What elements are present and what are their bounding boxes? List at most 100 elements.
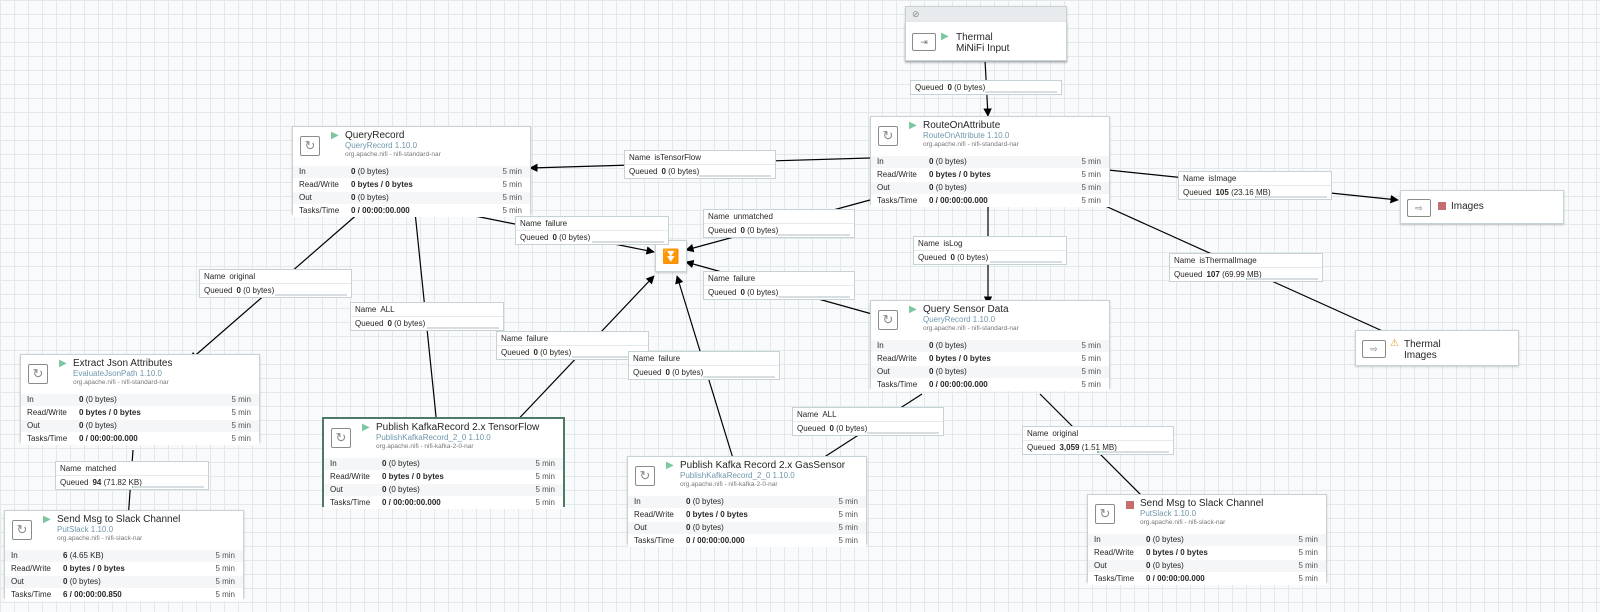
processor-icon: ↻	[1095, 504, 1115, 524]
connection-input-route[interactable]: Queued 0 (0 bytes)	[910, 80, 1062, 95]
processor-query-sensor-data[interactable]: ↻ ▶ Query Sensor Data QueryRecord 1.10.0…	[870, 300, 1110, 391]
stat-read-write-count: 0 bytes / 0 bytes	[63, 564, 125, 573]
stat-in-size: (4.65 KB)	[69, 551, 104, 560]
stat-read-write-row: Read/Write 0 bytes / 0 bytes 5 min	[1088, 546, 1326, 559]
connection-failure-query[interactable]: Name failure Queued 0 (0 bytes)	[515, 216, 669, 245]
stat-tasks-time-window: 5 min	[231, 434, 251, 443]
stat-tasks-time-row: Tasks/Time 0 / 00:00:00.000 5 min	[871, 194, 1109, 207]
stat-out-row: Out 0 (0 bytes) 5 min	[5, 575, 243, 588]
run-icon: ▶	[909, 120, 917, 131]
stat-tasks-time-value: 0 / 00:00:00.000	[686, 535, 745, 547]
stat-read-write-count: 0 bytes / 0 bytes	[351, 180, 413, 189]
stat-read-write-count: 0 bytes / 0 bytes	[79, 408, 141, 417]
output-port-thermal-images[interactable]: ⇨ ⚠ Thermal Images	[1355, 330, 1519, 366]
stat-read-write-value: 0 bytes / 0 bytes	[929, 353, 991, 365]
connection-queued-label: Queued	[1027, 443, 1056, 452]
stat-in-label: In	[634, 497, 641, 506]
input-port-thermal-minifi[interactable]: ⇥ ▶ Thermal MiNiFi Input	[905, 22, 1067, 61]
connection-queued-label: Queued	[918, 253, 947, 262]
stat-tasks-time-row: Tasks/Time 0 / 00:00:00.000 5 min	[293, 204, 530, 217]
connection-name-label: Name	[1027, 429, 1049, 438]
stat-out-window: 5 min	[1298, 561, 1318, 570]
stat-tasks-time-value: 6 / 00:00:00.850	[63, 589, 122, 601]
run-icon: ▶	[941, 31, 949, 42]
connection-original-sensor[interactable]: Name original Queued 3,059 (1.51 MB)	[1022, 426, 1174, 455]
connection-queued-count: 0	[387, 319, 392, 328]
connection-queued-size: (0 bytes)	[747, 288, 779, 297]
stat-tasks-time-count: 0 / 00:00:00.000	[929, 196, 988, 205]
processor-type: RouteOnAttribute 1.10.0	[923, 131, 1010, 140]
connection-name-row: Name ALL	[351, 303, 503, 317]
stat-in-window: 5 min	[231, 395, 251, 404]
processor-bundle: org.apache.nifi - nifi-kafka-2-0-nar	[680, 481, 778, 488]
stat-tasks-time-value: 0 / 00:00:00.000	[929, 195, 988, 207]
input-port-name-line1: Thermal	[956, 32, 993, 43]
connection-istensorflow[interactable]: Name isTensorFlow Queued 0 (0 bytes)	[624, 150, 776, 179]
connection-queued-count: 0	[533, 348, 538, 357]
stat-in-count: 0	[929, 341, 934, 350]
connection-queued-size: (0 bytes)	[559, 233, 591, 242]
stat-out-label: Out	[634, 523, 647, 532]
stop-icon	[1438, 202, 1446, 210]
stat-out-size: (0 bytes)	[69, 577, 101, 586]
run-icon: ▶	[59, 358, 67, 369]
stat-tasks-time-value: 0 / 00:00:00.000	[1146, 573, 1205, 585]
stat-tasks-time-window: 5 min	[838, 536, 858, 545]
connection-name-label: Name	[520, 219, 542, 228]
connection-queued-count: 0	[740, 288, 745, 297]
connection-all-query[interactable]: Name ALL Queued 0 (0 bytes)	[350, 302, 504, 331]
queue-progress-fill	[1255, 196, 1257, 198]
stat-out-size: (0 bytes)	[1152, 561, 1184, 570]
stat-tasks-time-label: Tasks/Time	[877, 196, 918, 205]
connection-islog[interactable]: Name isLog Queued 0 (0 bytes)	[913, 236, 1067, 265]
queue-progress-fill	[132, 486, 133, 488]
stat-read-write-row: Read/Write 0 bytes / 0 bytes 5 min	[293, 178, 530, 191]
connection-name: isLog	[943, 239, 963, 248]
stat-out-row: Out 0 (0 bytes) 5 min	[871, 365, 1109, 378]
connection-name: original	[229, 272, 256, 281]
processor-extract-json-attributes[interactable]: ↻ ▶ Extract Json Attributes EvaluateJson…	[20, 354, 260, 445]
connection-name: failure	[545, 219, 568, 228]
connection-queued-row: Queued 0 (0 bytes)	[704, 224, 854, 237]
stat-tasks-time-label: Tasks/Time	[299, 206, 340, 215]
connection-queued-label: Queued	[708, 288, 737, 297]
connection-queued-count: 0	[665, 368, 670, 377]
connection-queued-count: 94	[92, 478, 102, 487]
processor-name: Extract Json Attributes	[73, 358, 173, 369]
output-port-images[interactable]: ⇨ Images	[1400, 190, 1564, 224]
processor-route-on-attribute[interactable]: ↻ ▶ RouteOnAttribute RouteOnAttribute 1.…	[870, 116, 1110, 207]
stat-out-label: Out	[877, 183, 890, 192]
connection-original-query[interactable]: Name original Queued 0 (0 bytes)	[199, 269, 352, 298]
stat-in-value: 0 (0 bytes)	[79, 394, 117, 406]
connection-queued-count: 0	[950, 253, 955, 262]
stat-out-value: 0 (0 bytes)	[382, 484, 420, 496]
connection-failure-tensorflow[interactable]: Name failure Queued 0 (0 bytes)	[496, 331, 649, 360]
stat-in-label: In	[11, 551, 18, 560]
processor-send-slack-1[interactable]: ↻ ▶ Send Msg to Slack Channel PutSlack 1…	[4, 510, 244, 601]
stat-in-value: 0 (0 bytes)	[351, 166, 389, 178]
connection-failure-gassensor[interactable]: Name failure Queued 0 (0 bytes)	[628, 351, 780, 380]
processor-name: Publish Kafka Record 2.x GasSensor	[680, 460, 846, 471]
connection-isimage[interactable]: Name isImage Queued 105 (23.16 MB)	[1178, 171, 1332, 200]
processor-query-record[interactable]: ↻ ▶ QueryRecord QueryRecord 1.10.0 org.a…	[292, 126, 531, 217]
connection-unmatched[interactable]: Name unmatched Queued 0 (0 bytes)	[703, 209, 855, 238]
connection-queued-label: Queued	[520, 233, 549, 242]
connection-all-sensor[interactable]: Name ALL Queued 0 (0 bytes)	[792, 407, 944, 436]
connection-matched[interactable]: Name matched Queued 94 (71.82 KB)	[55, 461, 209, 490]
processor-bundle: org.apache.nifi - nifi-slack-nar	[1140, 519, 1226, 526]
stat-out-size: (0 bytes)	[388, 485, 420, 494]
connection-name: failure	[658, 354, 681, 363]
stat-tasks-time-value: 0 / 00:00:00.000	[382, 497, 441, 509]
connection-queued-label: Queued	[633, 368, 662, 377]
processor-publish-kafka-gassensor[interactable]: ↻ ▶ Publish Kafka Record 2.x GasSensor P…	[627, 456, 867, 547]
stat-tasks-time-label: Tasks/Time	[11, 590, 52, 599]
stat-out-value: 0 (0 bytes)	[1146, 560, 1184, 572]
stat-read-write-label: Read/Write	[299, 180, 339, 189]
connection-name: failure	[526, 334, 549, 343]
stat-in-window: 5 min	[1298, 535, 1318, 544]
connection-isthermalimage[interactable]: Name isThermalImage Queued 107 (69.99 MB)	[1169, 253, 1323, 282]
connection-failure-sensor[interactable]: Name failure Queued 0 (0 bytes)	[703, 271, 855, 300]
flow-canvas[interactable]: ⊘ ⇥ ▶ Thermal MiNiFi Input ⇨ Images ⇨ ⚠ …	[0, 0, 1600, 612]
processor-publish-kafka-tensorflow[interactable]: ↻ ▶ Publish KafkaRecord 2.x TensorFlow P…	[323, 418, 564, 509]
processor-send-slack-2[interactable]: ↻ Send Msg to Slack Channel PutSlack 1.1…	[1087, 494, 1327, 585]
